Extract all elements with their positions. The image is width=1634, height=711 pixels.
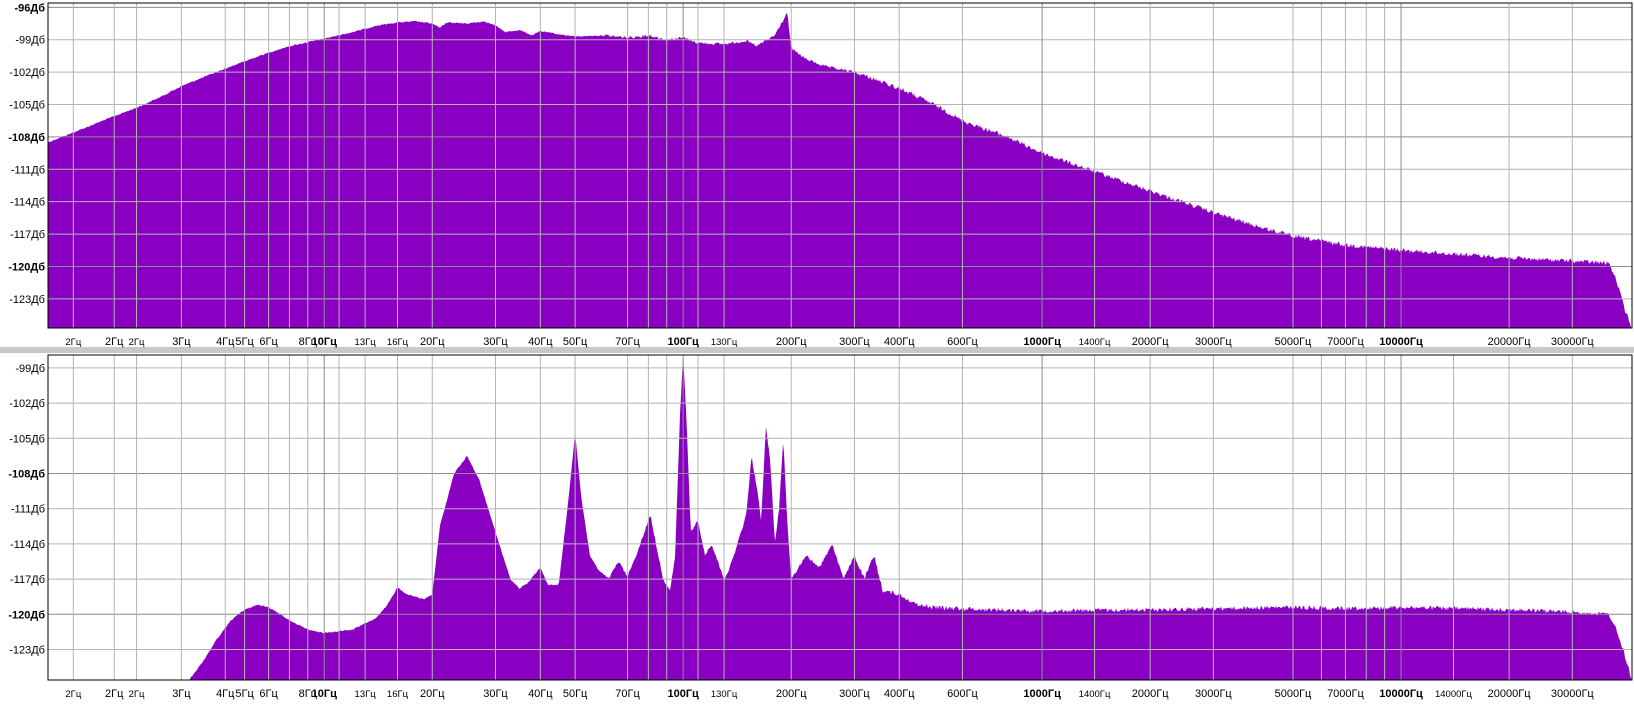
x-tick-label: 14000Гц — [1435, 689, 1473, 700]
y-tick-label: -96Дб — [14, 2, 45, 14]
x-tick-label: 20Гц — [420, 336, 445, 348]
x-tick-label: 300Гц — [839, 336, 870, 348]
x-tick-label: 100Гц — [667, 336, 699, 348]
x-tick-label: 40Гц — [528, 336, 553, 348]
y-tick-label: -99Дб — [15, 35, 45, 47]
x-tick-label: 30Гц — [483, 688, 508, 700]
y-tick-label: -102Дб — [9, 67, 45, 79]
y-tick-label: -105Дб — [9, 433, 45, 445]
x-tick-label: 2Гц — [65, 337, 81, 348]
x-tick-label: 3000Гц — [1195, 688, 1232, 700]
y-tick-label: -114Дб — [10, 197, 45, 209]
x-tick-label: 400Гц — [884, 688, 915, 700]
x-tick-label: 300Гц — [839, 688, 870, 700]
x-tick-label: 1400Гц — [1079, 689, 1111, 700]
x-tick-label: 16Гц — [387, 689, 409, 700]
x-tick-label: 6Гц — [259, 688, 278, 700]
y-tick-label: -111Дб — [11, 164, 45, 176]
x-tick-label: 10000Гц — [1379, 688, 1423, 700]
x-tick-label: 5000Гц — [1275, 688, 1312, 700]
x-tick-label: 3Гц — [172, 336, 191, 348]
x-tick-label: 5000Гц — [1275, 336, 1312, 348]
y-tick-label: -120Дб — [8, 261, 45, 273]
x-tick-label: 10Гц — [312, 336, 337, 348]
x-tick-label: 40Гц — [528, 688, 553, 700]
x-tick-label: 200Гц — [776, 336, 807, 348]
x-tick-label: 7000Гц — [1327, 688, 1364, 700]
x-tick-label: 1000Гц — [1023, 336, 1061, 348]
x-tick-label: 200Гц — [776, 688, 807, 700]
y-tick-label: -105Дб — [9, 99, 45, 111]
x-tick-label: 6Гц — [259, 336, 278, 348]
x-tick-label: 2000Гц — [1132, 336, 1169, 348]
x-tick-label: 30Гц — [483, 336, 508, 348]
y-tick-label: -117Дб — [10, 574, 45, 586]
y-tick-label: -117Дб — [10, 229, 45, 241]
y-tick-label: -111Дб — [11, 504, 45, 516]
x-tick-label: 2Гц — [105, 688, 124, 700]
spectrum-figure: -96Дб -99Дб -102Дб -105Дб -108Дб -111Дб -114Дб… — [0, 0, 1634, 706]
x-tick-label: 70Гц — [615, 336, 640, 348]
spectrum-panel-2: -99Дб -102Дб -105Дб -108Дб -111Дб -114Дб -117Д… — [8, 354, 1633, 700]
x-tick-label: 10Гц — [312, 688, 337, 700]
x-tick-label: 130Гц — [711, 337, 738, 348]
x-tick-label: 600Гц — [947, 688, 978, 700]
x-tick-label: 50Гц — [563, 688, 588, 700]
x-tick-label: 2Гц — [65, 689, 81, 700]
x-tick-label: 16Гц — [387, 337, 409, 348]
x-tick-label: 1000Гц — [1023, 688, 1061, 700]
y-tick-label: -123Дб — [9, 294, 45, 306]
x-tick-label: 30000Гц — [1551, 336, 1595, 348]
x-tick-label: 20000Гц — [1488, 336, 1532, 348]
x-tick-label: 30000Гц — [1551, 688, 1595, 700]
x-tick-label: 2Гц — [129, 337, 145, 348]
x-tick-label: 1400Гц — [1079, 337, 1111, 348]
x-tick-label: 7000Гц — [1327, 336, 1364, 348]
x-tick-label: 5Гц — [235, 688, 254, 700]
x-tick-label: 130Гц — [711, 689, 738, 700]
spectrum-svg: -96Дб -99Дб -102Дб -105Дб -108Дб -111Дб -114Дб… — [0, 2, 1634, 700]
x-tick-label: 3Гц — [172, 688, 191, 700]
y-tick-label: -99Дб — [15, 363, 45, 375]
x-tick-label: 100Гц — [667, 688, 699, 700]
y-tick-label: -102Дб — [9, 398, 45, 410]
x-tick-label: 400Гц — [884, 336, 915, 348]
x-tick-label: 70Гц — [615, 688, 640, 700]
x-tick-label: 4Гц — [216, 336, 235, 348]
x-tick-label: 20000Гц — [1488, 688, 1532, 700]
x-tick-label: 13Гц — [355, 337, 377, 348]
spectrum-panel-1: -96Дб -99Дб -102Дб -105Дб -108Дб -111Дб -114Дб… — [8, 2, 1633, 348]
x-tick-label: 600Гц — [947, 336, 978, 348]
x-tick-label: 10000Гц — [1379, 336, 1423, 348]
y-tick-label: -108Дб — [8, 469, 45, 481]
x-tick-label: 2000Гц — [1132, 688, 1169, 700]
y-tick-label: -108Дб — [8, 132, 45, 144]
x-tick-label: 5Гц — [235, 336, 254, 348]
y-tick-label: -114Дб — [10, 539, 45, 551]
y-tick-label: -120Дб — [8, 609, 45, 621]
x-tick-label: 13Гц — [355, 689, 377, 700]
y-tick-label: -123Дб — [9, 644, 45, 656]
x-tick-label: 2Гц — [129, 689, 145, 700]
x-tick-label: 20Гц — [420, 688, 445, 700]
x-tick-label: 3000Гц — [1195, 336, 1232, 348]
x-tick-label: 50Гц — [563, 336, 588, 348]
x-tick-label: 2Гц — [105, 336, 124, 348]
x-tick-label: 4Гц — [216, 688, 235, 700]
